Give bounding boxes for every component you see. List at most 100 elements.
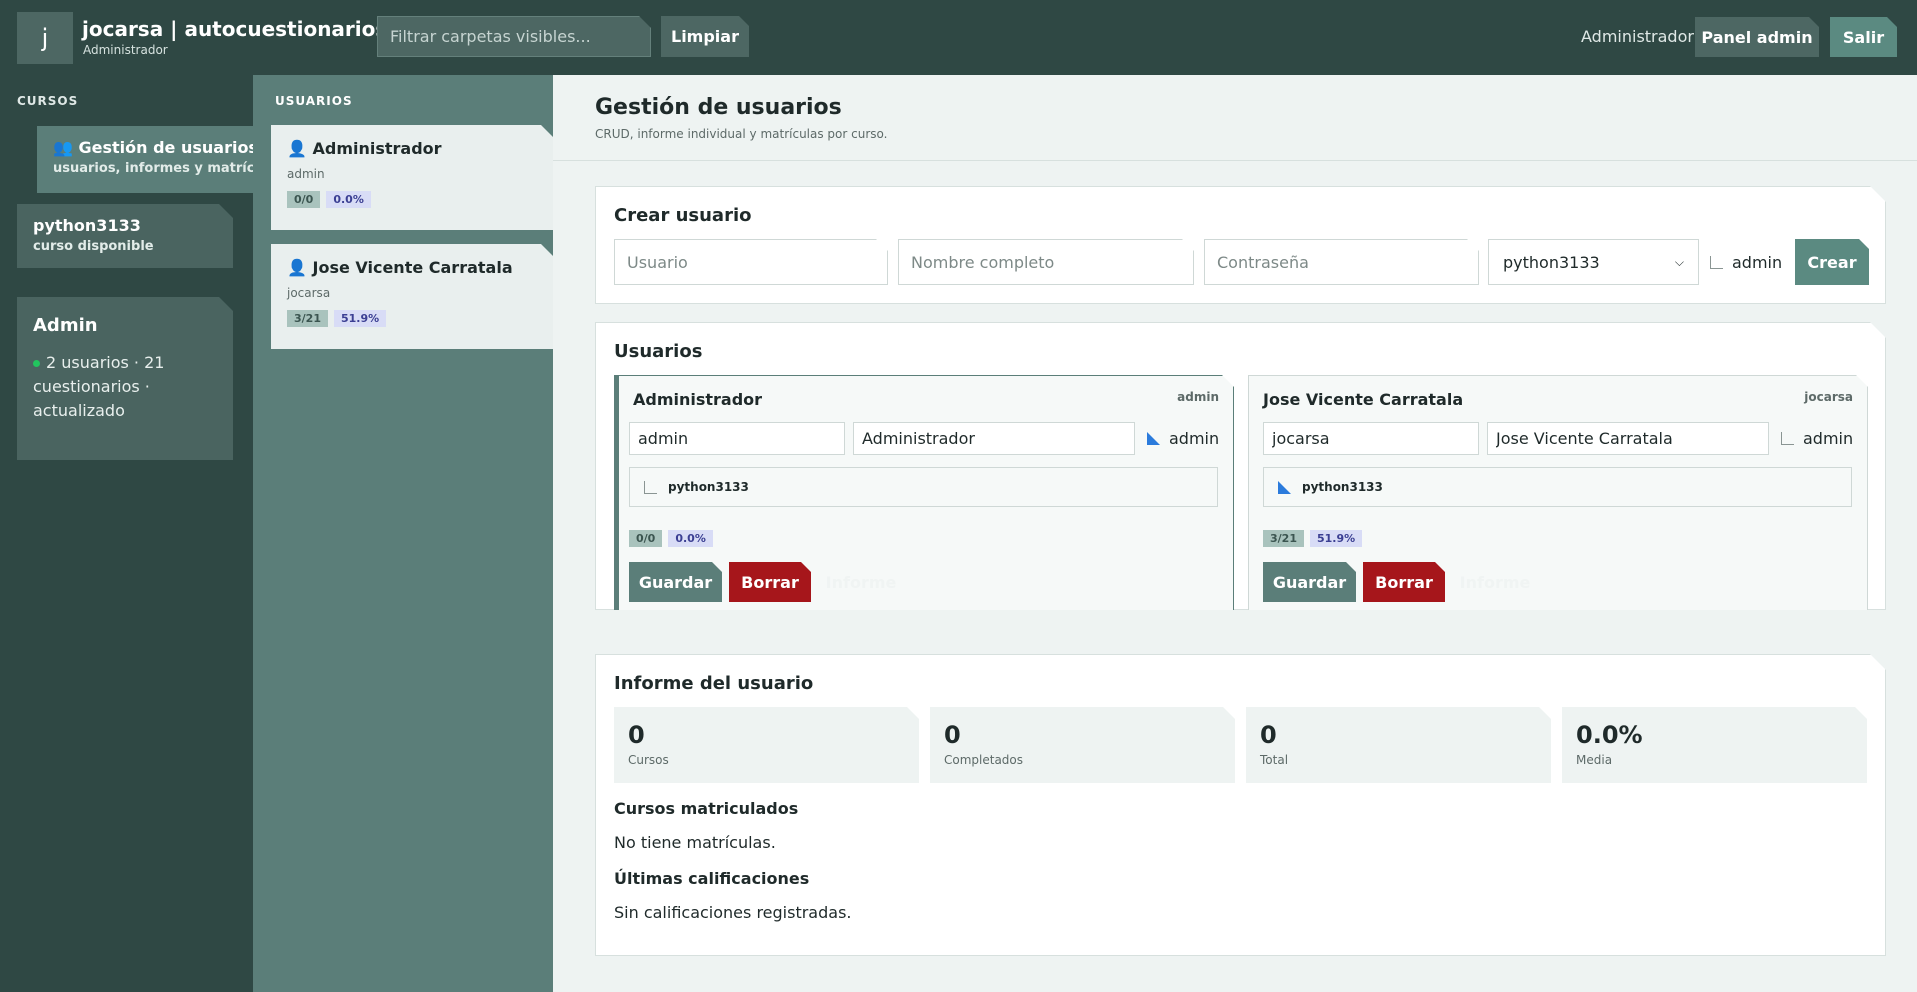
header-divider — [553, 160, 1917, 161]
page-title: Gestión de usuarios — [595, 95, 842, 120]
user-list-item[interactable]: 👤 Jose Vicente Carratala jocarsa 3/21 51… — [271, 244, 553, 349]
user-edit-card: Jose Vicente Carratala jocarsa admin pyt… — [1248, 375, 1868, 617]
stat-value: 0 — [1260, 721, 1277, 749]
courses-sidebar: CURSOS 👥 Gestión de usuarios usuarios, i… — [0, 75, 285, 992]
stat-card: 0 Total — [1246, 707, 1551, 783]
users-panel-title: Usuarios — [614, 341, 703, 362]
course-select-value: python3133 — [1503, 252, 1600, 272]
sidebar-item-user-management[interactable]: 👥 Gestión de usuarios usuarios, informes… — [37, 126, 285, 193]
admin-checkbox[interactable]: admin — [1781, 429, 1853, 448]
user-card-login: admin — [1177, 390, 1219, 404]
users-panel: Usuarios Administrador admin admin pytho… — [595, 322, 1886, 610]
password-input[interactable] — [1204, 239, 1479, 285]
page-subtitle: CRUD, informe individual y matrículas po… — [595, 127, 888, 141]
courses-heading: CURSOS — [17, 94, 79, 108]
admin-card-status: 2 usuarios · 21 cuestionarios · actualiz… — [33, 351, 217, 423]
enrolled-courses-text: No tiene matrículas. — [614, 833, 776, 852]
user-list-item[interactable]: 👤 Administrador admin 0/0 0.0% — [271, 125, 553, 230]
progress-badge: 3/21 — [287, 310, 328, 327]
user-login: admin — [287, 167, 325, 181]
enrolled-courses-heading: Cursos matriculados — [614, 799, 799, 818]
username-input[interactable] — [614, 239, 888, 285]
create-user-panel: Crear usuario python3133 ⌵ admin Crear — [595, 186, 1886, 304]
user-card-name: Administrador — [633, 390, 763, 409]
sidebar-item-course[interactable]: python3133 curso disponible — [17, 204, 233, 268]
sidebar-item-subtitle: curso disponible — [33, 239, 154, 254]
status-dot-icon — [33, 360, 40, 367]
fullname-input[interactable] — [898, 239, 1194, 285]
admin-checkbox-label: admin — [1169, 429, 1220, 448]
checkbox-icon — [644, 481, 657, 494]
course-name: python3133 — [668, 480, 749, 494]
course-select[interactable]: python3133 ⌵ — [1488, 239, 1699, 285]
percent-badge: 0.0% — [668, 530, 713, 547]
sidebar-item-title: python3133 — [33, 216, 141, 235]
progress-badge: 3/21 — [1263, 530, 1304, 547]
stat-label: Completados — [944, 753, 1024, 767]
top-bar: j jocarsa | autocuestionarios Administra… — [0, 0, 1917, 75]
create-user-button[interactable]: Crear — [1795, 239, 1869, 285]
admin-checkbox[interactable]: admin — [1147, 429, 1219, 448]
users-heading: USUARIOS — [275, 94, 353, 108]
latest-grades-text: Sin calificaciones registradas. — [614, 903, 852, 922]
username-field[interactable] — [1263, 422, 1479, 455]
current-user-label: Administrador — [1581, 27, 1694, 46]
logout-button[interactable]: Salir — [1830, 17, 1897, 57]
stat-label: Cursos — [628, 753, 669, 767]
checkbox-icon — [1781, 432, 1794, 445]
report-button[interactable]: Informe — [819, 562, 903, 602]
main-content: Gestión de usuarios CRUD, informe indivi… — [553, 75, 1917, 992]
sidebar-item-title: 👥 Gestión de usuarios — [53, 138, 258, 157]
checkbox-icon — [1710, 256, 1723, 269]
fullname-field[interactable] — [1487, 422, 1769, 455]
users-column: USUARIOS 👤 Administrador admin 0/0 0.0% … — [253, 75, 553, 992]
chevron-down-icon: ⌵ — [1674, 254, 1684, 269]
admin-checkbox-label: admin — [1732, 253, 1783, 272]
app-logo[interactable]: j — [17, 12, 73, 64]
app-title: jocarsa | autocuestionarios — [82, 17, 388, 41]
course-enrollment-checkbox[interactable]: python3133 — [629, 467, 1218, 507]
delete-button[interactable]: Borrar — [1363, 562, 1445, 602]
percent-badge: 51.9% — [334, 310, 386, 327]
stat-value: 0 — [628, 721, 645, 749]
app-role: Administrador — [83, 43, 168, 57]
save-button[interactable]: Guardar — [1263, 562, 1356, 602]
percent-badge: 51.9% — [1310, 530, 1362, 547]
report-button[interactable]: Informe — [1453, 562, 1537, 602]
stat-value: 0 — [944, 721, 961, 749]
stat-value: 0.0% — [1576, 721, 1643, 749]
report-title: Informe del usuario — [614, 673, 814, 694]
stat-label: Media — [1576, 753, 1613, 767]
stat-card: 0 Cursos — [614, 707, 919, 783]
percent-badge: 0.0% — [326, 191, 371, 208]
user-edit-card: Administrador admin admin python3133 0/0… — [614, 375, 1234, 617]
checkbox-checked-icon — [1147, 432, 1160, 445]
delete-button[interactable]: Borrar — [729, 562, 811, 602]
course-enrollment-checkbox[interactable]: python3133 — [1263, 467, 1852, 507]
save-button[interactable]: Guardar — [629, 562, 722, 602]
user-card-name: Jose Vicente Carratala — [1263, 390, 1464, 409]
checkbox-checked-icon — [1278, 481, 1291, 494]
stat-label: Total — [1260, 753, 1289, 767]
fullname-field[interactable] — [853, 422, 1135, 455]
user-name: 👤 Administrador — [287, 139, 442, 158]
user-name: 👤 Jose Vicente Carratala — [287, 258, 513, 277]
filter-folders-input[interactable] — [377, 16, 651, 57]
user-card-login: jocarsa — [1804, 390, 1853, 404]
admin-panel-button[interactable]: Panel admin — [1695, 17, 1819, 57]
admin-status-text: 2 usuarios · 21 cuestionarios · actualiz… — [33, 353, 165, 420]
create-user-title: Crear usuario — [614, 205, 752, 226]
progress-badge: 0/0 — [287, 191, 320, 208]
course-name: python3133 — [1302, 480, 1383, 494]
stat-card: 0.0% Media — [1562, 707, 1867, 783]
user-login: jocarsa — [287, 286, 331, 300]
username-field[interactable] — [629, 422, 845, 455]
sidebar-item-subtitle: usuarios, informes y matrículas — [53, 161, 285, 176]
user-report-panel: Informe del usuario 0 Cursos 0 Completad… — [595, 654, 1886, 956]
admin-status-card: Admin 2 usuarios · 21 cuestionarios · ac… — [17, 297, 233, 460]
stat-card: 0 Completados — [930, 707, 1235, 783]
admin-checkbox-label: admin — [1803, 429, 1854, 448]
admin-checkbox[interactable]: admin — [1710, 253, 1782, 272]
clear-filter-button[interactable]: Limpiar — [661, 16, 749, 57]
progress-badge: 0/0 — [629, 530, 662, 547]
